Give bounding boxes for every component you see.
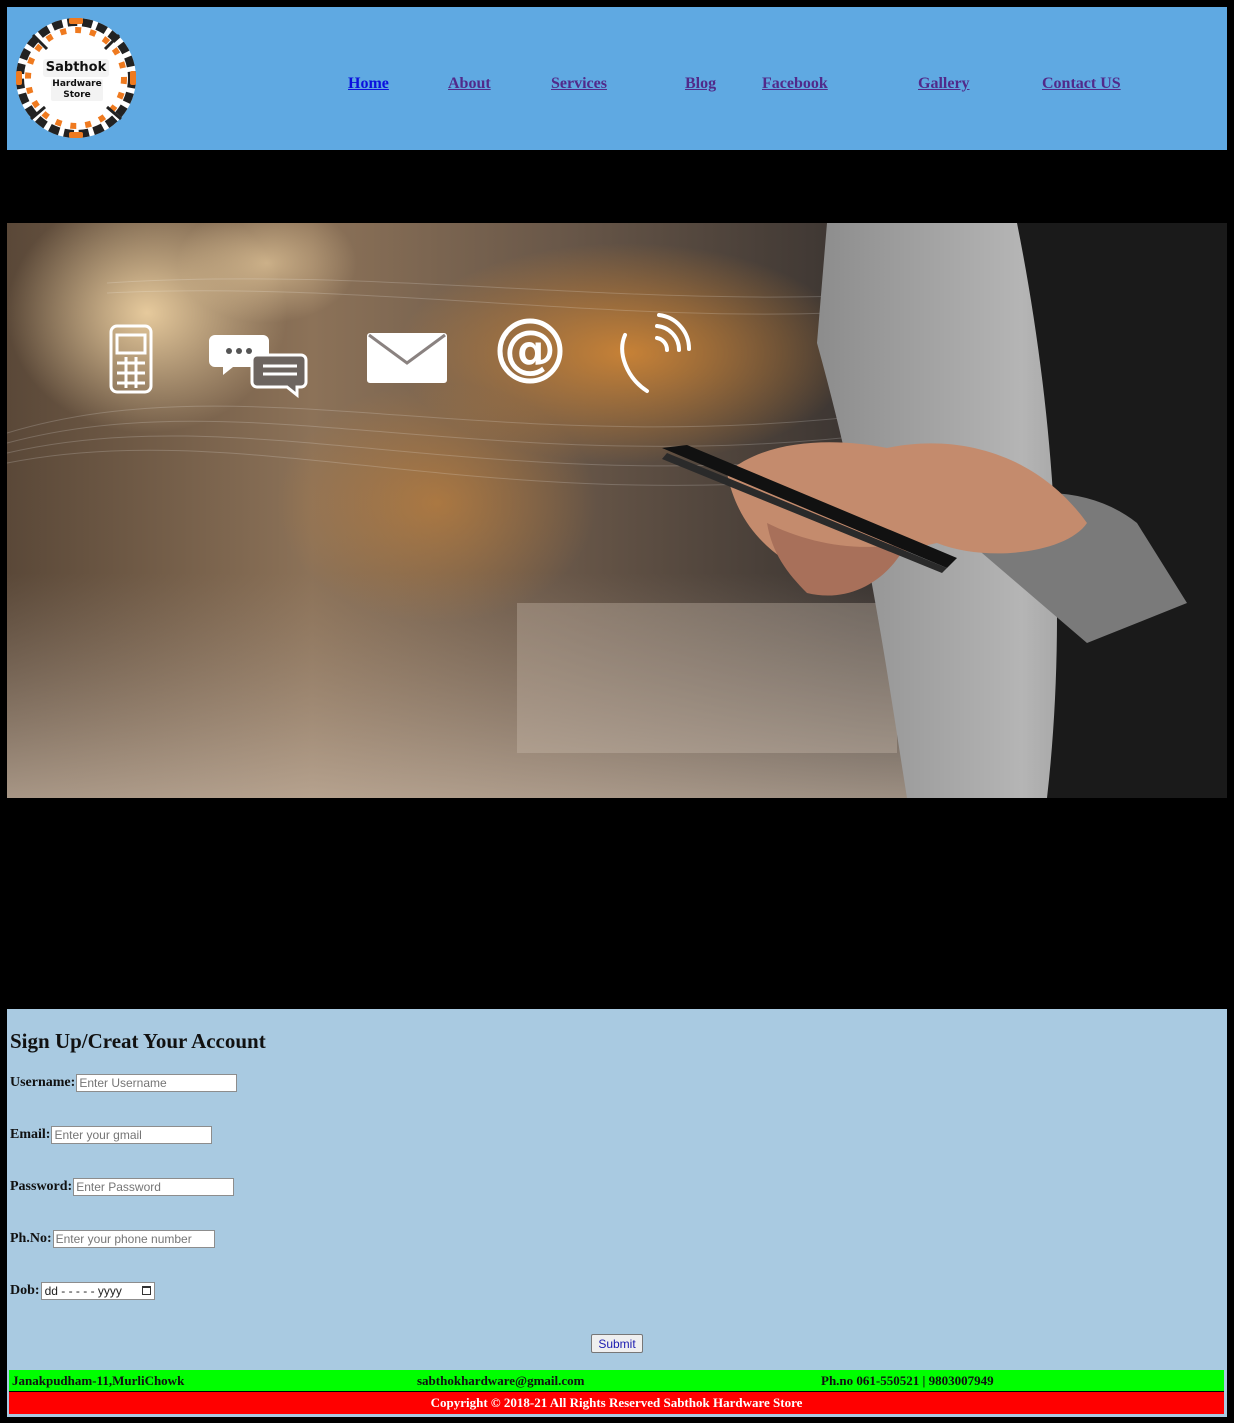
footer-contact-bar: Janakpudham-11,MurliChowk sabthokhardwar… [9,1370,1224,1391]
submit-button[interactable]: Submit [591,1334,643,1353]
nav-gallery[interactable]: Gallery [918,75,970,93]
nav-facebook[interactable]: Facebook [762,75,828,93]
nav-contact-us[interactable]: Contact US [1042,75,1121,93]
signup-form: Sign Up/Creat Your Account Username: Ema… [7,1009,1227,1370]
hero-contact-illustration: @ [7,223,1227,798]
password-label: Password: [10,1179,73,1194]
username-input[interactable] [76,1074,238,1092]
email-label: Email: [10,1127,51,1142]
email-row: Email: [10,1125,213,1145]
password-row: Password: [10,1177,235,1197]
form-title: Sign Up/Creat Your Account [10,1029,266,1053]
nav-home[interactable]: Home [348,75,389,93]
footer-frame-bottom [7,1414,1227,1417]
username-label: Username: [10,1075,76,1090]
site-header: Sabthok Hardware Store Home About Servic… [7,7,1227,150]
phone-label: Ph.No: [10,1231,52,1246]
logo-sub-line2: Store [63,90,91,100]
at-icon: @ [497,318,563,384]
email-input[interactable] [51,1126,213,1144]
footer-frame-right [1224,1370,1227,1414]
calendar-icon[interactable] [141,1286,151,1295]
nav-blog[interactable]: Blog [685,75,716,93]
logo-title: Sabthok [43,59,109,77]
mail-icon [367,333,447,383]
logo-subtitle: Hardware Store [51,79,103,101]
logo-wordmark: Sabthok Hardware Store [13,15,139,141]
dob-row: Dob: dd - - - - - yyyy [10,1281,155,1301]
phone-row: Ph.No: [10,1229,215,1249]
username-row: Username: [10,1073,238,1093]
store-logo[interactable]: Sabthok Hardware Store [13,15,139,141]
logo-sub-line1: Hardware [52,79,102,89]
dob-value: dd - - - - - yyyy [44,1284,122,1298]
dob-date-input[interactable]: dd - - - - - yyyy [40,1282,155,1300]
footer-email: sabthokhardware@gmail.com [417,1373,585,1388]
password-input[interactable] [73,1178,235,1196]
footer-phone: Ph.no 061-550521 | 9803007949 [821,1373,994,1388]
dob-label: Dob: [10,1283,40,1298]
nav-services[interactable]: Services [551,75,607,93]
footer-address: Janakpudham-11,MurliChowk [12,1373,185,1388]
hero-image: @ [7,223,1227,798]
nav-about[interactable]: About [448,75,491,93]
footer-copyright: Copyright © 2018-21 All Rights Reserved … [9,1392,1224,1414]
svg-text:@: @ [504,320,556,380]
phone-input[interactable] [52,1230,215,1248]
